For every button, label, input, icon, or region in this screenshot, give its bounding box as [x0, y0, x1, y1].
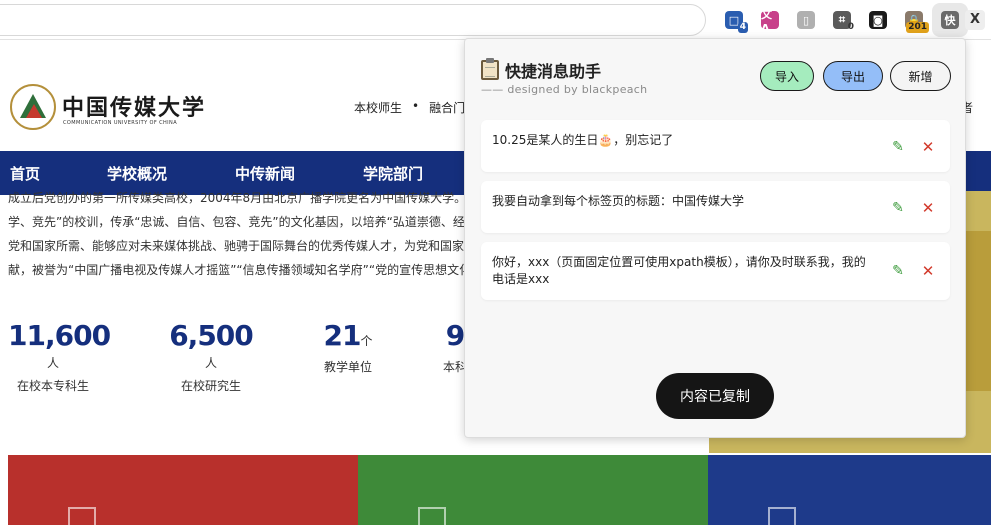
- add-button[interactable]: 新增: [890, 61, 951, 91]
- nav-about[interactable]: 学校概况: [107, 163, 167, 184]
- building-icon: [768, 507, 796, 525]
- ext-translate-icon: 文A: [761, 8, 779, 35]
- import-button[interactable]: 导入: [760, 61, 814, 91]
- stat-number: 11,600: [8, 319, 111, 352]
- nav-home[interactable]: 首页: [10, 163, 40, 184]
- stat-teaching-units: 21个 教学单位: [318, 319, 378, 375]
- edit-icon[interactable]: ✎: [890, 200, 906, 216]
- extensions-tray: □ 4 文A ▯ ⌗ 0 ◙ 🔒 201 快: [716, 3, 968, 37]
- ext-clipboard-button[interactable]: ▯: [788, 3, 824, 37]
- ext-glasses-icon: ◙: [869, 11, 887, 29]
- stat-unit: 个: [360, 334, 373, 348]
- intro-paragraph: 成立后党创办的第一所传媒类高校，2004年8月由北京广播学院更名为中国传媒大学。…: [8, 186, 478, 282]
- message-text[interactable]: 10.25是某人的生日🎂，别忘记了: [492, 132, 872, 149]
- ext-glasses-button[interactable]: ◙: [860, 3, 896, 37]
- stat-number: 9: [445, 319, 466, 352]
- stat-label: 在校研究生: [180, 379, 241, 393]
- message-item[interactable]: 你好，xxx（页面固定位置可使用xpath模板），请你及时联系我，我的电话是xx…: [481, 242, 950, 300]
- feature-tile-green[interactable]: [358, 455, 708, 525]
- nav-departments[interactable]: 学院部门: [363, 163, 423, 184]
- stat-undergrad: 11,600 人 在校本专科生: [8, 319, 111, 394]
- building-icon: [68, 507, 96, 525]
- hero-image-strip: [964, 231, 991, 391]
- top-links: 本校师生 • 融合门户: [354, 99, 477, 116]
- logo-english-text: COMMUNICATION UNIVERSITY OF CHINA: [63, 120, 178, 126]
- clipboard-icon: [481, 58, 499, 80]
- stat-graduate: 6,500 人 在校研究生: [166, 319, 256, 394]
- ext-translate-button[interactable]: 文A: [752, 3, 788, 37]
- delete-icon[interactable]: ✕: [920, 263, 936, 279]
- message-item[interactable]: 我要自动拿到每个标签页的标题：中国传媒大学 ✎ ✕: [481, 181, 950, 233]
- extension-badge: 201: [906, 22, 929, 33]
- ext-clipboard-icon: ▯: [797, 11, 815, 29]
- stat-number: 6,500: [169, 319, 254, 352]
- feature-tile-red[interactable]: [8, 455, 358, 525]
- message-text[interactable]: 你好，xxx（页面固定位置可使用xpath模板），请你及时联系我，我的电话是xx…: [492, 254, 872, 288]
- intro-line: 党和国家所需、能够应对未来媒体挑战、驰骋于国际舞台的优秀传媒人才，为党和国家的: [8, 239, 477, 253]
- logo-text[interactable]: 中国传媒大学: [62, 90, 206, 122]
- ext-tab-counter-button[interactable]: □ 4: [716, 3, 752, 37]
- extension-badge: 0: [847, 22, 854, 32]
- message-item[interactable]: 10.25是某人的生日🎂，别忘记了 ✎ ✕: [481, 120, 950, 172]
- delete-icon[interactable]: ✕: [920, 139, 936, 155]
- university-logo-icon[interactable]: [10, 84, 56, 130]
- feature-tile-blue[interactable]: [708, 455, 991, 525]
- edit-icon[interactable]: ✎: [890, 139, 906, 155]
- extension-badge: 4: [737, 22, 748, 33]
- nav-news[interactable]: 中传新闻: [235, 163, 295, 184]
- ext-x-icon[interactable]: X: [965, 10, 985, 30]
- ext-quick-message-button[interactable]: 快: [932, 3, 968, 37]
- export-button[interactable]: 导出: [823, 61, 883, 91]
- link-teachers-students[interactable]: 本校师生: [354, 99, 402, 116]
- intro-line: 学、竞先”的校训，传承“忠诚、自信、包容、竞先”的文化基因，以培养“弘道崇德、经…: [8, 215, 477, 229]
- address-bar[interactable]: [0, 4, 706, 36]
- ext-lock-button[interactable]: 🔒 201: [896, 3, 932, 37]
- popup-title: 快捷消息助手: [481, 58, 601, 82]
- intro-line: 献，被誉为“中国广播电视及传媒人才摇篮”“信息传播领域知名学府”“党的宣传思想文…: [8, 263, 472, 277]
- stats-row: 11,600人 在校本专科生 6,500人 在校研究生 21个 教学单位 9 本…: [0, 319, 470, 393]
- quick-message-popup: 快捷消息助手 —— designed by blackpeach 导入 导出 新…: [464, 38, 966, 438]
- popup-title-text: 快捷消息助手: [505, 62, 602, 81]
- popup-subtitle: —— designed by blackpeach: [481, 83, 648, 96]
- message-text[interactable]: 我要自动拿到每个标签页的标题：中国传媒大学: [492, 193, 872, 210]
- ext-selector-button[interactable]: ⌗ 0: [824, 3, 860, 37]
- intro-line: 成立后党创办的第一所传媒类高校，2004年8月由北京广播学院更名为中国传媒大学。…: [8, 191, 478, 205]
- edit-icon[interactable]: ✎: [890, 263, 906, 279]
- stat-label: 教学单位: [323, 360, 372, 374]
- browser-toolbar: □ 4 文A ▯ ⌗ 0 ◙ 🔒 201 快 X: [0, 0, 991, 40]
- stat-unit: 人: [46, 356, 59, 370]
- building-icon: [418, 507, 446, 525]
- copied-toast: 内容已复制: [656, 373, 774, 419]
- stat-number: 21: [323, 319, 362, 352]
- delete-icon[interactable]: ✕: [920, 200, 936, 216]
- separator-dot: •: [412, 99, 420, 113]
- stat-label: 在校本专科生: [16, 379, 89, 393]
- ext-quick-message-icon: 快: [941, 11, 959, 29]
- stat-unit: 人: [204, 356, 217, 370]
